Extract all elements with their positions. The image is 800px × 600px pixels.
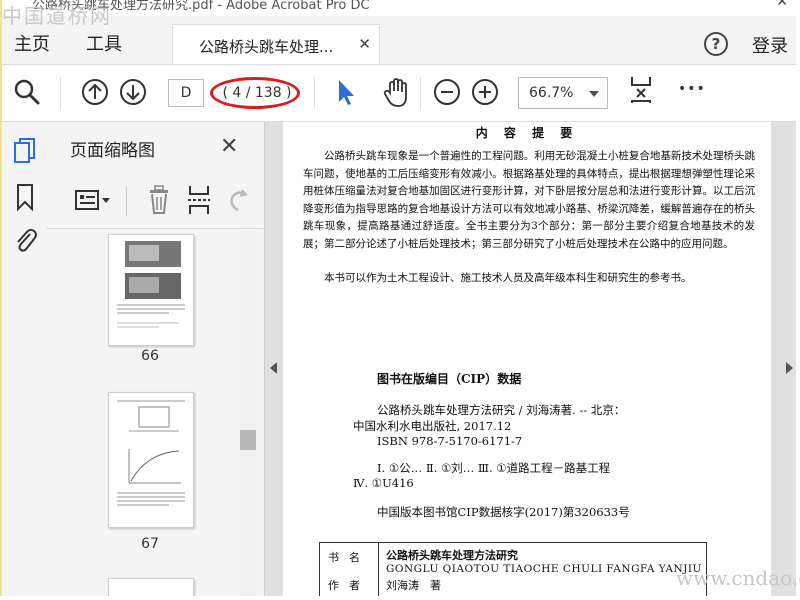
chevron-down-icon — [589, 91, 599, 97]
cip-line: 公路桥头跳车处理方法研究 / 刘海涛著. -- 北京： — [377, 403, 626, 417]
menu-row: 主页 工具 公路桥头跳车处理... ✕ ? 登录 — [2, 16, 796, 65]
thumbnail-scrollbar-thumb[interactable] — [240, 430, 256, 450]
collapse-right-panel-icon[interactable] — [786, 362, 793, 374]
annotation-oval — [210, 77, 300, 109]
thumbnail-page-66[interactable] — [108, 234, 194, 346]
bookmark-icon[interactable] — [14, 182, 36, 212]
document-tab[interactable]: 公路桥头跳车处理... ✕ — [172, 24, 380, 64]
document-tab-label: 公路桥头跳车处理... — [199, 38, 334, 56]
cip-line: 中国版本图书馆CIP数据核字(2017)第320633号 — [377, 505, 630, 519]
cip-line: 中国水利水电出版社, 2017.12 — [353, 419, 512, 433]
thumbnail-page-number: 67 — [141, 536, 159, 552]
help-button[interactable]: ? — [704, 32, 728, 56]
thumbnail-options-icon[interactable] — [74, 186, 114, 216]
summary-heading: 内 容 提 要 — [475, 126, 579, 140]
collapse-left-panel-icon[interactable] — [270, 362, 277, 374]
select-arrow-icon[interactable] — [334, 77, 358, 107]
thumbnail-page-66-image — [117, 241, 185, 328]
table-value-pinyin: GONGLU QIAOTOU TIAOCHE CHULI FANGFA YANJ… — [386, 563, 702, 575]
fit-page-icon[interactable] — [626, 73, 656, 103]
thumbnail-scrollbar[interactable] — [240, 230, 256, 596]
thumbnail-page-68[interactable] — [108, 578, 194, 596]
summary-paragraph: 公路桥头跳车现象是一个普遍性的工程问题。利用无砂混凝土小桩复合地基新技术处理桥头… — [303, 150, 755, 250]
title-bar: 公路桥头跳车处理方法研究.pdf - Adobe Acrobat Pro DC … — [2, 0, 798, 16]
zoom-out-icon[interactable] — [432, 77, 462, 107]
page-thumbnails-icon[interactable] — [12, 136, 38, 166]
paperclip-icon[interactable] — [12, 226, 38, 256]
thumbnail-page-number: 66 — [141, 348, 159, 364]
toolbar-divider — [314, 77, 315, 109]
zoom-in-icon[interactable] — [470, 77, 500, 107]
more-tools-icon[interactable]: ••• — [678, 81, 706, 111]
rotate-icon[interactable] — [226, 186, 252, 216]
watermark-top-left: 中国道桥网 — [2, 4, 112, 28]
watermark-bottom-right: www.cndao.com — [676, 566, 800, 590]
left-navigation-bar — [2, 122, 47, 596]
panel-toolbar-divider — [126, 186, 127, 216]
thumbnail-panel-toolbar — [46, 174, 264, 229]
table-divider — [378, 543, 379, 596]
zoom-value: 66.7% — [529, 85, 574, 101]
search-icon[interactable] — [12, 77, 42, 107]
window-close-button[interactable]: ✕ — [776, 0, 788, 10]
hand-tool-icon[interactable] — [382, 77, 412, 107]
thumbnail-list: 66 67 — [46, 230, 264, 596]
cip-line: ISBN 978-7-5170-6171-7 — [377, 434, 523, 448]
menu-home[interactable]: 主页 — [14, 30, 50, 56]
login-button[interactable]: 登录 — [752, 32, 788, 58]
thumbnail-page-67[interactable] — [108, 392, 194, 528]
next-page-icon[interactable] — [118, 77, 148, 107]
table-label: 书名 — [328, 551, 370, 564]
main-toolbar: D ( 4 / 138 ) 66.7% ••• — [2, 65, 796, 122]
cip-title: 图书在版编目（CIP）数据 — [377, 372, 522, 386]
summary-paragraph-audience: 本书可以作为土木工程设计、施工技术人员及高年级本科生和研究生的参考书。 — [324, 272, 692, 284]
page-number-input[interactable]: D — [168, 79, 204, 107]
thumbnail-panel-close-button[interactable]: ✕ — [220, 134, 238, 159]
previous-page-icon[interactable] — [80, 77, 110, 107]
zoom-select[interactable]: 66.7% — [518, 77, 608, 109]
delete-page-icon[interactable] — [146, 184, 172, 216]
table-label: 作者 — [328, 579, 370, 592]
table-value: 公路桥头跳车处理方法研究 — [386, 549, 518, 562]
thumbnail-page-67-image — [117, 400, 185, 506]
toolbar-divider — [420, 77, 421, 109]
table-value: 刘海涛 著 — [386, 579, 441, 592]
menu-tools[interactable]: 工具 — [86, 30, 122, 56]
document-tab-close-button[interactable]: ✕ — [358, 35, 371, 53]
document-view[interactable]: 内 容 提 要 公路桥头跳车现象是一个普遍性的工程问题。利用无砂混凝土小桩复合地… — [265, 122, 796, 596]
cip-line: Ⅳ. ①U416 — [353, 476, 414, 490]
thumbnail-panel-title: 页面缩略图 — [70, 141, 155, 161]
thumbnail-panel: 页面缩略图 ✕ 66 67 — [46, 122, 265, 596]
insert-page-icon[interactable] — [186, 184, 212, 216]
book-info-table: 书名 公路桥头跳车处理方法研究 GONGLU QIAOTOU TIAOCHE C… — [319, 542, 707, 596]
document-page: 内 容 提 要 公路桥头跳车现象是一个普遍性的工程问题。利用无砂混凝土小桩复合地… — [283, 122, 771, 596]
toolbar-divider — [60, 77, 61, 109]
cip-line: Ⅰ. ①公… Ⅱ. ①刘… Ⅲ. ①道路工程－路基工程 — [377, 461, 611, 475]
